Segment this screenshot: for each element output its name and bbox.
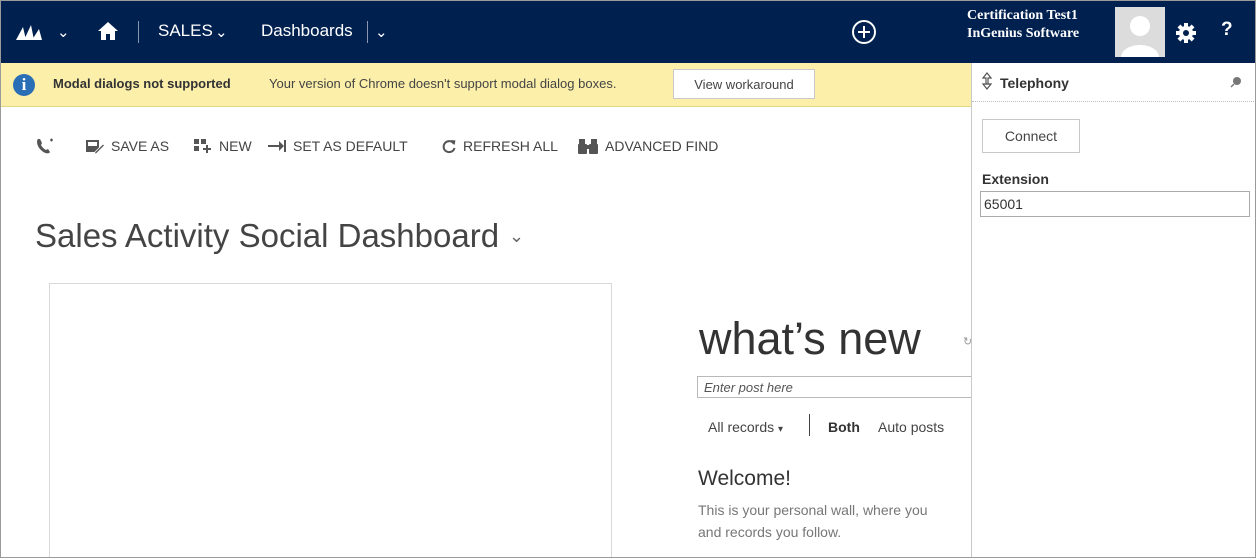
filter-all-records-label: All records (708, 419, 775, 435)
advanced-find-label: ADVANCED FIND (605, 138, 719, 154)
telephony-status-icon (982, 72, 992, 90)
advanced-find-button[interactable]: ADVANCED FIND (577, 136, 718, 156)
phone-icon[interactable] (35, 136, 61, 156)
post-input[interactable] (697, 376, 987, 398)
user-info[interactable]: Certification Test1 InGenius Software (967, 7, 1079, 43)
view-workaround-button[interactable]: View workaround (673, 69, 815, 99)
filter-auto-posts[interactable]: Auto posts (878, 419, 944, 435)
nav-separator (138, 21, 139, 43)
command-bar: SAVE AS NEW SET AS DEFAULT REFRESH ALL A… (1, 121, 969, 171)
notification-title: Modal dialogs not supported (53, 76, 231, 91)
notification-bar: i Modal dialogs not supported Your versi… (1, 63, 971, 107)
set-as-default-button[interactable]: SET AS DEFAULT (267, 136, 408, 156)
top-nav-bar: ⌄ SALES ⌄ Dashboards ⌄ Certification Tes… (1, 1, 1255, 63)
extension-field[interactable] (980, 191, 1250, 217)
refresh-all-label: REFRESH ALL (463, 138, 558, 154)
welcome-line: This is your personal wall, where you (698, 502, 928, 518)
new-button[interactable]: NEW (193, 136, 252, 156)
refresh-all-button[interactable]: REFRESH ALL (441, 136, 558, 156)
save-as-icon (86, 140, 105, 154)
home-icon[interactable] (97, 21, 119, 41)
help-icon[interactable]: ? (1221, 19, 1233, 41)
org-name: InGenius Software (967, 26, 1080, 41)
info-icon: i (13, 74, 35, 96)
gear-icon[interactable] (1175, 22, 1197, 44)
nav-section-label[interactable]: Dashboards (261, 21, 353, 41)
telephony-header: Telephony (972, 63, 1255, 102)
dashboard-title: Sales Activity Social Dashboard (35, 217, 500, 254)
filter-separator (809, 414, 810, 436)
chevron-down-icon[interactable]: ⌄ (57, 23, 70, 41)
notification-message: Your version of Chrome doesn't support m… (269, 76, 617, 91)
save-as-label: SAVE AS (111, 138, 170, 154)
dashboard-panel (49, 283, 612, 557)
plus-circle-icon[interactable] (851, 19, 877, 45)
section-chevron-icon[interactable]: ⌄ (375, 23, 388, 41)
welcome-message: This is your personal wall, where you an… (698, 499, 928, 543)
welcome-title: Welcome! (698, 467, 791, 490)
user-avatar-icon[interactable] (1115, 7, 1165, 57)
app-frame: ⌄ SALES ⌄ Dashboards ⌄ Certification Tes… (0, 0, 1256, 558)
whats-new-title: what’s new (699, 313, 921, 364)
new-icon (194, 139, 211, 153)
new-label: NEW (219, 138, 252, 154)
telephony-title: Telephony (1000, 75, 1069, 91)
filter-dropdown-icon: ▾ (778, 424, 784, 435)
save-as-button[interactable]: SAVE AS (85, 136, 169, 156)
extension-label: Extension (982, 171, 1049, 187)
pin-icon[interactable] (1230, 76, 1242, 88)
set-as-default-label: SET AS DEFAULT (293, 138, 408, 154)
filter-both[interactable]: Both (828, 419, 860, 435)
user-name: Certification Test1 (967, 8, 1078, 23)
connect-button[interactable]: Connect (982, 119, 1080, 153)
refresh-icon (442, 140, 456, 154)
dashboard-selector-chevron-icon[interactable]: ⌄ (509, 226, 524, 247)
binoculars-icon (578, 139, 598, 154)
dynamics-logo-icon[interactable] (15, 23, 43, 41)
welcome-line: and records you follow. (698, 524, 842, 540)
telephony-panel: Telephony Connect Extension (971, 63, 1255, 557)
set-default-icon (268, 140, 286, 152)
nav-separator (367, 21, 368, 43)
filter-all-records[interactable]: All records ▾ (708, 419, 783, 435)
nav-area-label[interactable]: SALES (158, 21, 213, 41)
area-chevron-icon[interactable]: ⌄ (215, 23, 228, 41)
